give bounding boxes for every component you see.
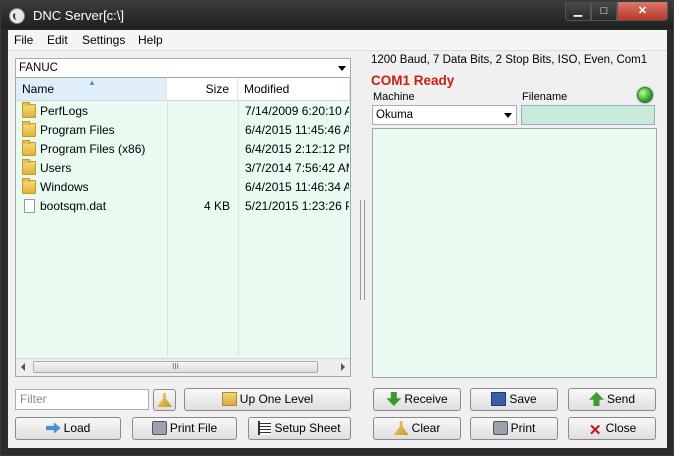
list-item[interactable]: bootsqm.dat 4 KB 5/21/2015 1:23:26 PI xyxy=(16,197,350,216)
save-button[interactable]: Save xyxy=(470,388,558,411)
send-button[interactable]: Send xyxy=(568,388,656,411)
pane-splitter[interactable] xyxy=(360,200,365,300)
clear-label: Clear xyxy=(411,421,441,435)
list-item-name: Users xyxy=(40,161,72,175)
print-file-label: Print File xyxy=(169,421,218,435)
dnc-server-window: DNC Server[c:\] ▁ □ ✕ File Edit Settings… xyxy=(0,0,674,456)
send-label: Send xyxy=(606,392,636,406)
list-item-modified: 6/4/2015 11:46:34 A xyxy=(245,180,349,194)
scroll-right-icon[interactable] xyxy=(341,363,345,371)
broom-icon xyxy=(393,421,409,435)
scrollbar-thumb[interactable]: III xyxy=(33,361,318,373)
sort-ascending-icon: ▲ xyxy=(88,78,96,87)
column-name-label: Name xyxy=(22,82,55,96)
receive-button[interactable]: Receive xyxy=(373,388,461,411)
up-one-level-label: Up One Level xyxy=(239,392,314,406)
list-item-modified: 7/14/2009 6:20:10 A xyxy=(245,104,349,118)
client-area: File Edit Settings Help FANUC Name ▲ Siz… xyxy=(8,30,667,448)
machine-label: Machine xyxy=(373,91,415,103)
folder-icon xyxy=(22,178,36,194)
setup-sheet-label: Setup Sheet xyxy=(274,421,341,435)
print-button[interactable]: Print xyxy=(470,417,558,440)
list-item-name: PerfLogs xyxy=(40,104,89,118)
list-item-modified: 5/21/2015 1:23:26 PI xyxy=(245,199,349,213)
list-item-modified: 6/4/2015 11:45:46 A xyxy=(245,123,349,137)
list-item[interactable]: Program Files 6/4/2015 11:45:46 A xyxy=(16,121,350,140)
directory-combo[interactable]: FANUC xyxy=(15,58,351,78)
filename-label: Filename xyxy=(522,91,568,103)
list-item[interactable]: Program Files (x86) 6/4/2015 2:12:12 PM xyxy=(16,140,350,159)
save-label: Save xyxy=(509,392,537,406)
menu-help[interactable]: Help xyxy=(138,33,163,47)
list-item-name: bootsqm.dat xyxy=(40,199,107,213)
list-item-modified: 6/4/2015 2:12:12 PM xyxy=(245,142,349,156)
scroll-left-icon[interactable] xyxy=(21,363,25,371)
list-item[interactable]: Users 3/7/2014 7:56:42 AM xyxy=(16,159,350,178)
load-label: Load xyxy=(63,421,91,435)
chevron-down-icon xyxy=(338,66,346,71)
list-item-name: Program Files (x86) xyxy=(40,142,146,156)
print-label: Print xyxy=(510,421,536,435)
floppy-disk-icon xyxy=(491,392,507,406)
printer-icon xyxy=(492,421,508,435)
column-header-size[interactable]: Size xyxy=(167,78,238,100)
machine-select[interactable]: Okuma xyxy=(372,105,517,125)
filename-field[interactable] xyxy=(521,105,655,125)
setup-sheet-button[interactable]: Setup Sheet xyxy=(248,417,351,440)
horizontal-scrollbar[interactable]: III xyxy=(16,358,350,376)
load-button[interactable]: Load xyxy=(15,417,121,440)
close-x-icon: ✕ xyxy=(588,422,602,439)
folder-icon xyxy=(22,159,36,175)
status-led-icon xyxy=(637,87,653,103)
folder-icon xyxy=(22,121,36,137)
chevron-down-icon xyxy=(504,113,512,118)
column-header-modified[interactable]: Modified xyxy=(238,78,350,100)
close-window-button[interactable]: ✕ xyxy=(617,2,668,21)
port-settings-text: 1200 Baud, 7 Data Bits, 2 Stop Bits, ISO… xyxy=(371,54,648,66)
broom-icon xyxy=(157,393,172,407)
close-label: Close xyxy=(605,421,637,435)
file-list[interactable]: Name ▲ Size Modified PerfLogs 7/14/2009 … xyxy=(15,77,351,377)
list-item[interactable]: PerfLogs 7/14/2009 6:20:10 A xyxy=(16,102,350,121)
print-file-button[interactable]: Print File xyxy=(132,417,237,440)
title-bar: DNC Server[c:\] ▁ □ ✕ xyxy=(1,1,673,29)
list-item-size: 4 KB xyxy=(203,199,230,213)
receive-label: Receive xyxy=(404,392,448,406)
maximize-button[interactable]: □ xyxy=(591,2,617,21)
menu-bar: File Edit Settings Help xyxy=(8,30,667,51)
folder-up-icon xyxy=(221,392,237,406)
upload-arrow-icon xyxy=(588,392,604,406)
clear-button[interactable]: Clear xyxy=(373,417,461,440)
file-icon xyxy=(24,199,35,213)
menu-settings[interactable]: Settings xyxy=(82,33,125,47)
file-list-header: Name ▲ Size Modified xyxy=(16,78,350,101)
app-icon xyxy=(9,8,25,24)
list-item-modified: 3/7/2014 7:56:42 AM xyxy=(245,161,349,175)
folder-icon xyxy=(22,140,36,156)
window-title: DNC Server[c:\] xyxy=(33,8,125,23)
printer-icon xyxy=(151,421,167,435)
list-icon xyxy=(258,421,272,435)
menu-file[interactable]: File xyxy=(14,33,33,47)
minimize-button[interactable]: ▁ xyxy=(565,2,591,21)
filter-clear-button[interactable] xyxy=(153,389,176,411)
column-header-name[interactable]: Name ▲ xyxy=(16,78,167,100)
folder-icon xyxy=(22,102,36,118)
list-item-name: Program Files xyxy=(40,123,115,137)
program-text-area[interactable] xyxy=(372,128,657,378)
menu-edit[interactable]: Edit xyxy=(47,33,68,47)
com-status: COM1 Ready xyxy=(371,73,455,88)
close-button[interactable]: ✕ Close xyxy=(568,417,656,440)
filter-input[interactable]: Filter xyxy=(15,389,149,410)
machine-select-value: Okuma xyxy=(376,109,414,121)
load-arrow-icon xyxy=(45,422,61,434)
directory-combo-value: FANUC xyxy=(19,62,58,74)
list-item-name: Windows xyxy=(40,180,89,194)
download-arrow-icon xyxy=(386,392,402,406)
list-item[interactable]: Windows 6/4/2015 11:46:34 A xyxy=(16,178,350,197)
up-one-level-button[interactable]: Up One Level xyxy=(184,388,351,411)
